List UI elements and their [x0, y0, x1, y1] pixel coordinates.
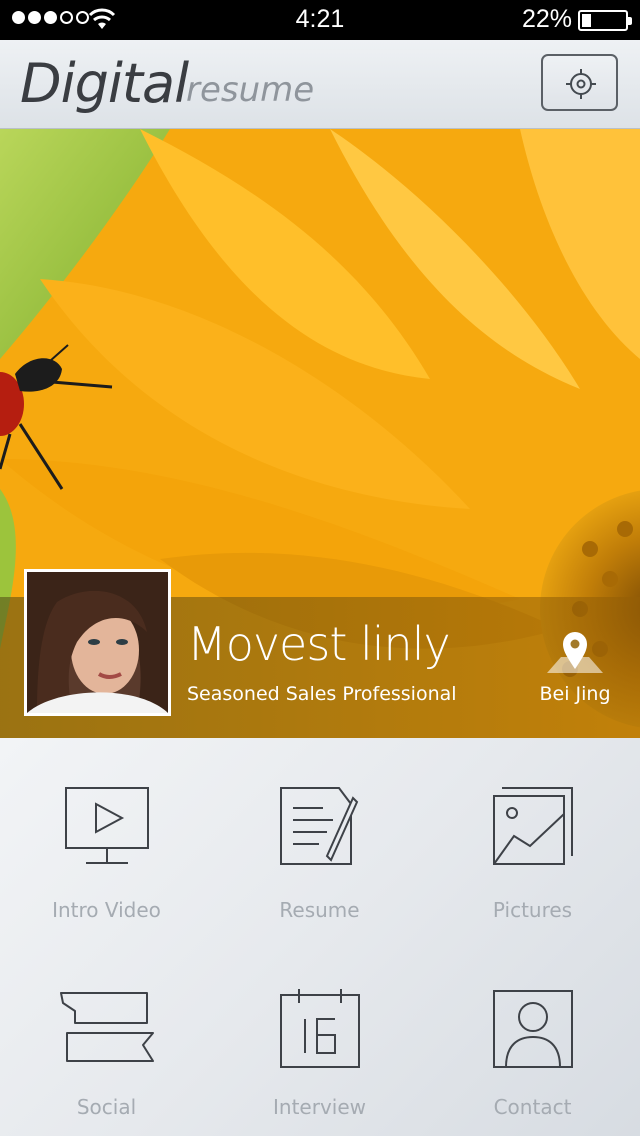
menu-label: Intro Video	[52, 898, 161, 922]
menu-label: Resume	[279, 898, 360, 922]
gear-icon	[566, 69, 596, 99]
social-chat-icon	[59, 992, 154, 1062]
profile-location: Bei Jing	[539, 683, 611, 705]
settings-button[interactable]	[541, 54, 618, 111]
pictures-icon	[492, 787, 573, 865]
battery-percent: 22%	[521, 5, 572, 33]
profile-tagline: Seasoned Sales Professional	[187, 683, 457, 705]
menu-pictures[interactable]: Pictures	[426, 738, 639, 937]
menu-contact[interactable]: Contact	[426, 937, 639, 1136]
video-play-icon	[64, 787, 149, 864]
avatar-photo	[27, 572, 168, 713]
map-pin-icon[interactable]	[547, 629, 603, 673]
avatar[interactable]	[24, 569, 171, 716]
hero-banner: Movest linly Seasoned Sales Professional…	[0, 129, 640, 738]
app-title: Digital	[20, 52, 189, 115]
app-header: Digital resume	[0, 40, 640, 129]
profile-name: Movest linly	[187, 617, 451, 671]
menu-label: Interview	[273, 1095, 366, 1119]
menu-interview[interactable]: Interview	[213, 937, 426, 1136]
status-bar: 4:21 22%	[0, 0, 640, 40]
document-edit-icon	[279, 787, 358, 865]
menu-social[interactable]: Social	[0, 937, 213, 1136]
battery-icon	[578, 10, 632, 31]
menu-resume[interactable]: Resume	[213, 738, 426, 937]
menu-label: Social	[76, 1095, 137, 1119]
menu-intro-video[interactable]: Intro Video	[0, 738, 213, 937]
calendar-icon	[279, 989, 360, 1068]
menu-label: Contact	[493, 1095, 572, 1119]
menu-label: Pictures	[492, 898, 573, 922]
app-subtitle: resume	[186, 70, 315, 110]
menu-grid: Intro Video Resume Pictures Social Inter…	[0, 738, 640, 1136]
contact-person-icon	[492, 990, 573, 1068]
